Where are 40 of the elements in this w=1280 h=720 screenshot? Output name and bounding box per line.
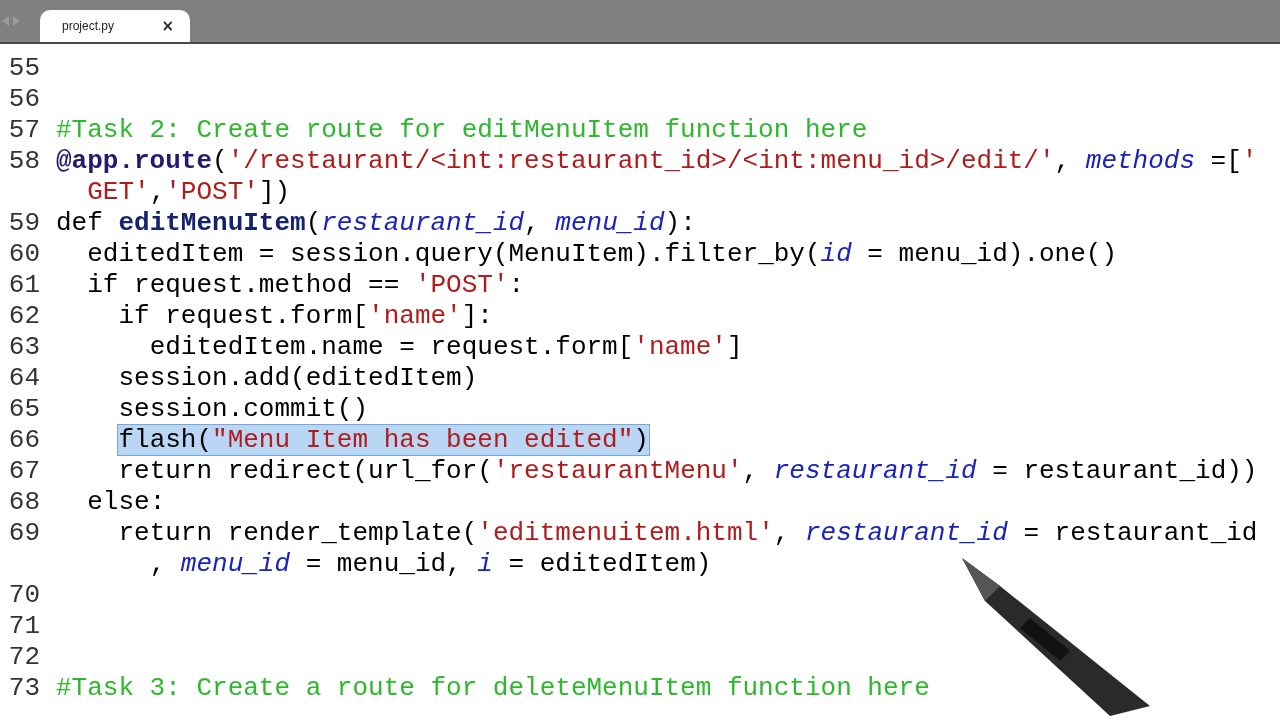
code-text: , menu_id = menu_id, i = editedItem) — [149, 548, 712, 579]
line-number: 61 — [7, 269, 40, 300]
code-text: if request.form['name']: — [118, 300, 493, 331]
forward-icon[interactable] — [12, 16, 20, 26]
code-text: session.add(editedItem) — [118, 362, 478, 393]
line-number: 73 — [7, 672, 40, 703]
back-icon[interactable] — [2, 16, 10, 26]
code-text: if request.method == 'POST': — [87, 269, 525, 300]
line-number: 66 — [7, 424, 40, 455]
code-text: return render_template('editmenuitem.html', restaurant_id = restaurant_id — [118, 517, 1258, 548]
code-text: editedItem = session.query(MenuItem).filter_by(id = menu_id).one() — [87, 238, 1117, 269]
line-number: 72 — [7, 641, 40, 672]
line-number: 70 — [7, 579, 40, 610]
line-number: 59 — [7, 207, 40, 238]
code-text: return redirect(url_for('restaurantMenu', restaurant_id = restaurant_id)) — [118, 455, 1258, 486]
code-text: def editMenuItem(restaurant_id, menu_id): — [56, 207, 696, 238]
code-text: session.commit() — [118, 393, 369, 424]
line-number: 67 — [7, 455, 40, 486]
tab-title: project.py — [62, 19, 115, 33]
line-number: 63 — [7, 331, 40, 362]
line-number: 58 — [7, 145, 40, 176]
line-number: 64 — [7, 362, 40, 393]
code-text: GET','POST']) — [87, 176, 291, 207]
file-tab[interactable]: project.py × — [40, 10, 190, 42]
line-number: 55 — [7, 52, 40, 83]
code-text: #Task 3: Create a route for deleteMenuItem function here — [56, 672, 930, 703]
code-text: @app.route('/restaurant/<int:restaurant_id>/<int:menu_id>/edit/', methods =[' — [56, 145, 1258, 176]
line-number: 57 — [7, 114, 40, 145]
line-number: 60 — [7, 238, 40, 269]
line-number: 69 — [7, 517, 40, 548]
line-number: 65 — [7, 393, 40, 424]
code-text: else: — [87, 486, 166, 517]
line-number: 56 — [7, 83, 40, 114]
code-text: #Task 2: Create route for editMenuItem function here — [56, 114, 868, 145]
line-number: 62 — [7, 300, 40, 331]
line-number: 71 — [7, 610, 40, 641]
close-button[interactable]: × — [161, 17, 174, 35]
selected-code: flash("Menu Item has been edited") — [118, 424, 649, 455]
line-number: 68 — [7, 486, 40, 517]
code-text: editedItem.name = request.form['name'] — [149, 331, 743, 362]
